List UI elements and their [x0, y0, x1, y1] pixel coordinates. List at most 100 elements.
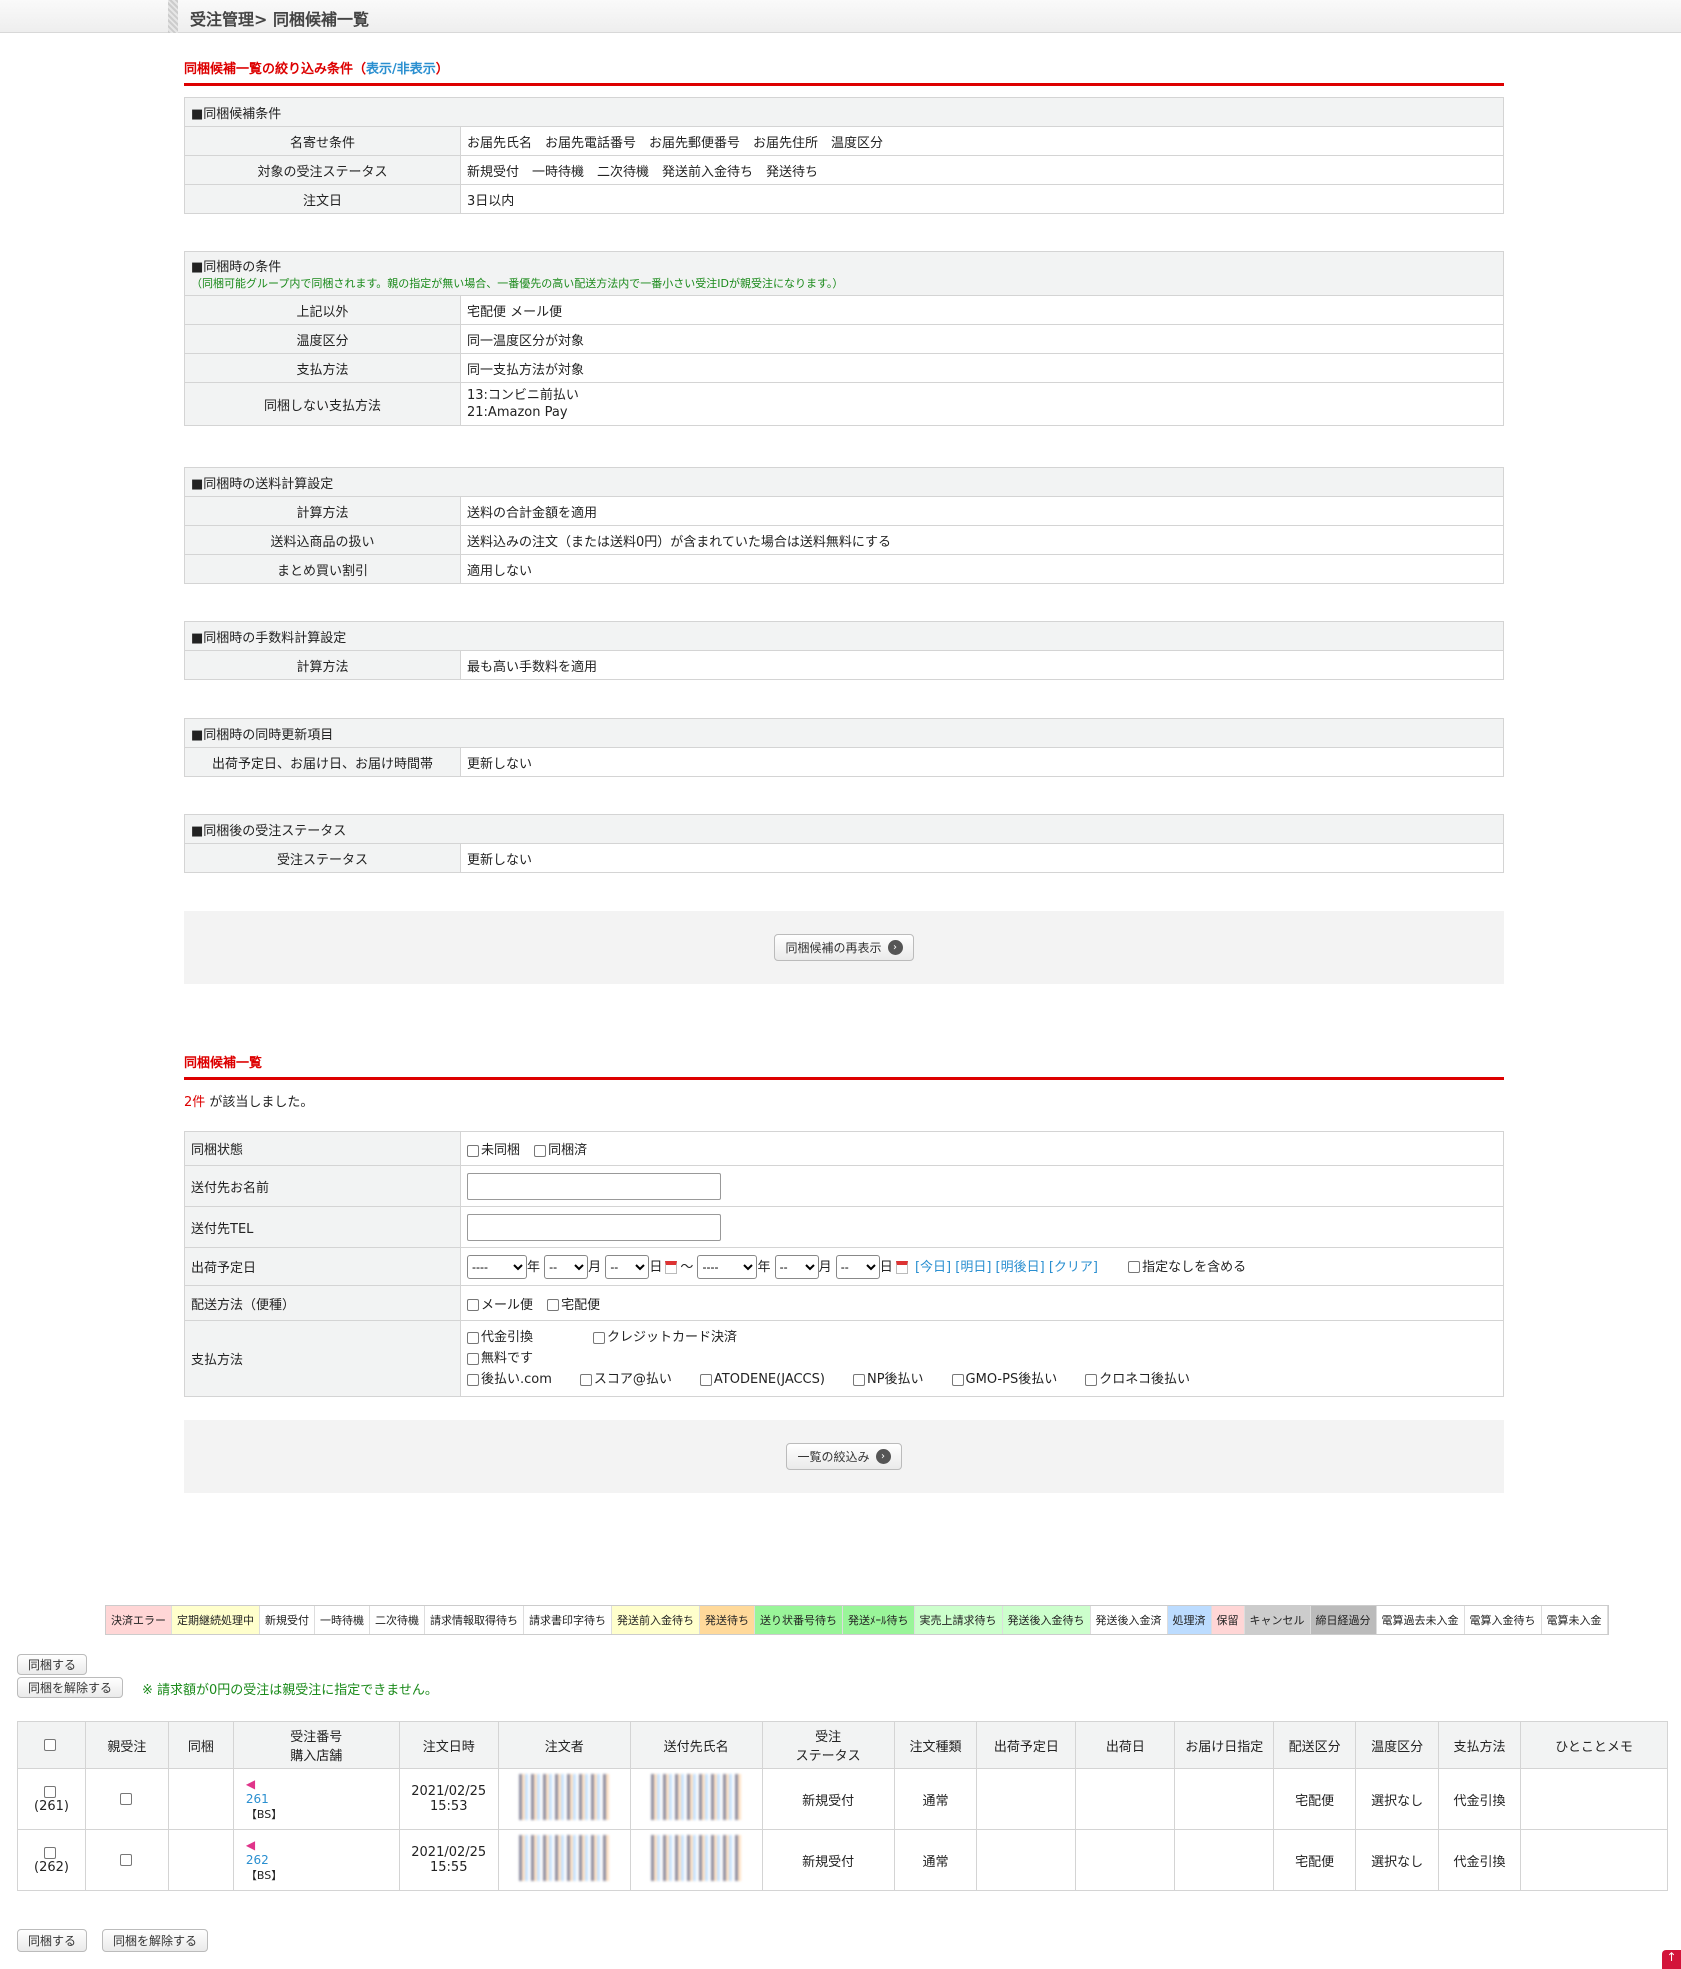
row-label: 出荷予定日、お届け日、お届け時間帯: [184, 747, 461, 777]
order-type: 通常: [893, 1829, 978, 1891]
payment-checkbox[interactable]: NP後払い: [852, 1372, 924, 1387]
cond3-table: ■同梱時の送料計算設定 計算方法 送料の合計金額を適用 送料込商品の扱い 送料込みの注文…: [184, 467, 1504, 584]
heading-text: ■同梱後の受注ステータス: [191, 823, 347, 839]
legend-item: 送り状番号待ち: [755, 1606, 843, 1634]
bundle-state-label: 同梱状態: [184, 1131, 461, 1166]
redisplay-button[interactable]: 同梱候補の再表示 ›: [774, 934, 914, 961]
delivery: 宅配便: [1273, 1829, 1357, 1891]
order-link[interactable]: 261: [246, 1792, 399, 1807]
clear-link[interactable]: [クリア]: [1049, 1260, 1098, 1275]
temperature: 選択なし: [1355, 1829, 1440, 1891]
section-heading: ■同梱後の受注ステータス: [184, 814, 1504, 844]
bundle-button-top[interactable]: 同梱する: [17, 1654, 88, 1675]
unbundle-button-bottom[interactable]: 同梱を解除する: [102, 1929, 209, 1952]
payment-checkbox[interactable]: 後払い.com: [467, 1372, 552, 1387]
from-month-select[interactable]: --: [544, 1254, 589, 1279]
heading-text: ■同梱時の条件: [191, 260, 282, 275]
arrow-right-icon: ›: [887, 940, 903, 955]
checkbox-icon[interactable]: [44, 1739, 57, 1751]
shipped: [1075, 1829, 1176, 1891]
label: ATODENE(JACCS): [713, 1372, 825, 1387]
day-unit: 日: [649, 1259, 663, 1275]
row-value: 更新しない: [460, 843, 1504, 873]
payment-checkbox[interactable]: スコア@払い: [579, 1372, 672, 1387]
label: メール便: [481, 1297, 534, 1313]
title-close: ）: [435, 62, 449, 77]
row-checkbox[interactable]: [44, 1785, 57, 1798]
tomorrow-link[interactable]: [明日]: [955, 1260, 991, 1275]
bundle-button-bottom[interactable]: 同梱する: [17, 1929, 88, 1952]
from-year-select[interactable]: ----: [467, 1254, 527, 1279]
toggle-link[interactable]: 表示/非表示: [366, 62, 436, 77]
section-heading: ■同梱時の送料計算設定: [184, 467, 1504, 497]
table-row: (261) ◀ 261 【BS】 2021/02/25 15:53 新規受付 通常 宅配…: [17, 1768, 1668, 1830]
unbundled-checkbox[interactable]: 未同梱: [467, 1143, 520, 1158]
label: スコア@払い: [593, 1372, 672, 1387]
row-value: 新規受付 一時待機 二次待機 発送前入金待ち 発送待ち: [460, 155, 1504, 185]
recipient-redacted: [651, 1835, 742, 1881]
column-header: 出荷日: [1075, 1721, 1176, 1769]
parent-checkbox[interactable]: [119, 1854, 132, 1866]
legend-item: 保留: [1211, 1606, 1245, 1634]
to-year-select[interactable]: ----: [697, 1254, 758, 1279]
legend-item: 発送後入金待ち: [1002, 1606, 1091, 1634]
takuhai-checkbox[interactable]: 宅配便: [547, 1298, 600, 1313]
today-link[interactable]: [今日]: [915, 1260, 951, 1275]
to-month-select[interactable]: --: [774, 1254, 819, 1279]
legend-item: 請求情報取得待ち: [425, 1606, 524, 1634]
filter-button[interactable]: 一覧の絞込み ›: [786, 1443, 902, 1470]
column-header: 注文日時: [398, 1721, 499, 1769]
payment-checkbox[interactable]: GMO-PS後払い: [951, 1372, 1058, 1387]
payment-checkbox[interactable]: クレジットカード決済: [593, 1330, 737, 1345]
legend-item: 電算過去未入金: [1376, 1606, 1465, 1634]
row-value: 同一支払方法が対象: [460, 353, 1504, 383]
bundled-checkbox[interactable]: 同梱済: [534, 1143, 587, 1158]
order-date: 2021/02/25: [411, 1845, 487, 1860]
day-after-link[interactable]: [明後日]: [996, 1260, 1045, 1275]
filter-form: 同梱状態 未同梱 同梱済 送付先お名前 送付先TEL 出荷予定日 ---- 年 -…: [184, 1131, 1504, 1397]
delivery-label: 配送方法（便種）: [184, 1285, 461, 1321]
payment-checkbox[interactable]: 無料です: [467, 1351, 533, 1366]
order-link[interactable]: 262: [246, 1853, 399, 1868]
label: GMO-PS後払い: [965, 1372, 1058, 1387]
legend-item: 発送後入金済: [1090, 1606, 1168, 1634]
payment-checkbox[interactable]: クロネコ後払い: [1085, 1372, 1190, 1387]
row-value: お届先氏名 お届先電話番号 お届先郵便番号 お届先住所 温度区分: [460, 126, 1504, 156]
row-checkbox[interactable]: [44, 1846, 57, 1859]
count-suffix: が該当しました。: [205, 1095, 314, 1110]
heading-text: ■同梱候補条件: [191, 106, 282, 122]
row-select[interactable]: (261): [17, 1768, 86, 1830]
condition-row: 受注ステータス 更新しない: [184, 843, 1504, 873]
payment-checkbox[interactable]: ATODENE(JACCS): [699, 1372, 825, 1387]
include-none-checkbox[interactable]: 指定なしを含める: [1128, 1260, 1246, 1275]
legend-item: 発送前入金待ち: [612, 1606, 700, 1634]
from-day-select[interactable]: --: [605, 1254, 650, 1279]
section-heading: ■同梱時の条件 （同梱可能グループ内で同梱されます。親の指定が無い場合、一番優先の…: [184, 251, 1504, 296]
payment-checkbox[interactable]: 代金引換: [467, 1330, 533, 1345]
cond2-table: ■同梱時の条件 （同梱可能グループ内で同梱されます。親の指定が無い場合、一番優先の…: [184, 251, 1504, 426]
tel-label: 送付先TEL: [184, 1206, 461, 1248]
label: 宅配便: [561, 1297, 601, 1313]
row-label: 対象の受注ステータス: [184, 155, 461, 185]
scroll-top-button[interactable]: ↑: [1662, 1950, 1681, 1969]
row-value: 21:Amazon Pay: [467, 405, 568, 420]
tel-input[interactable]: [467, 1213, 721, 1241]
parent-checkbox[interactable]: [119, 1793, 132, 1805]
column-header: 送付先氏名: [629, 1721, 763, 1769]
unbundle-button-top[interactable]: 同梱を解除する: [17, 1677, 124, 1698]
legend-item: 一時待機: [315, 1606, 370, 1634]
row-value: 3日以内: [460, 184, 1504, 214]
select-all-checkbox[interactable]: [17, 1721, 86, 1769]
name-label: 送付先お名前: [184, 1165, 461, 1207]
order-time: 15:53: [430, 1799, 468, 1814]
label: 未同梱: [481, 1143, 521, 1158]
legend-item: 電算未入金: [1541, 1606, 1608, 1634]
to-day-select[interactable]: --: [835, 1254, 880, 1279]
row-select[interactable]: (262): [17, 1829, 86, 1891]
mail-checkbox[interactable]: メール便: [467, 1298, 533, 1313]
row-value: 送料込みの注文（または送料0円）が含まれていた場合は送料無料にする: [460, 525, 1504, 555]
calendar-icon[interactable]: [665, 1260, 678, 1274]
name-input[interactable]: [467, 1172, 721, 1200]
status: 新規受付: [761, 1768, 895, 1830]
calendar-icon[interactable]: [895, 1260, 908, 1274]
